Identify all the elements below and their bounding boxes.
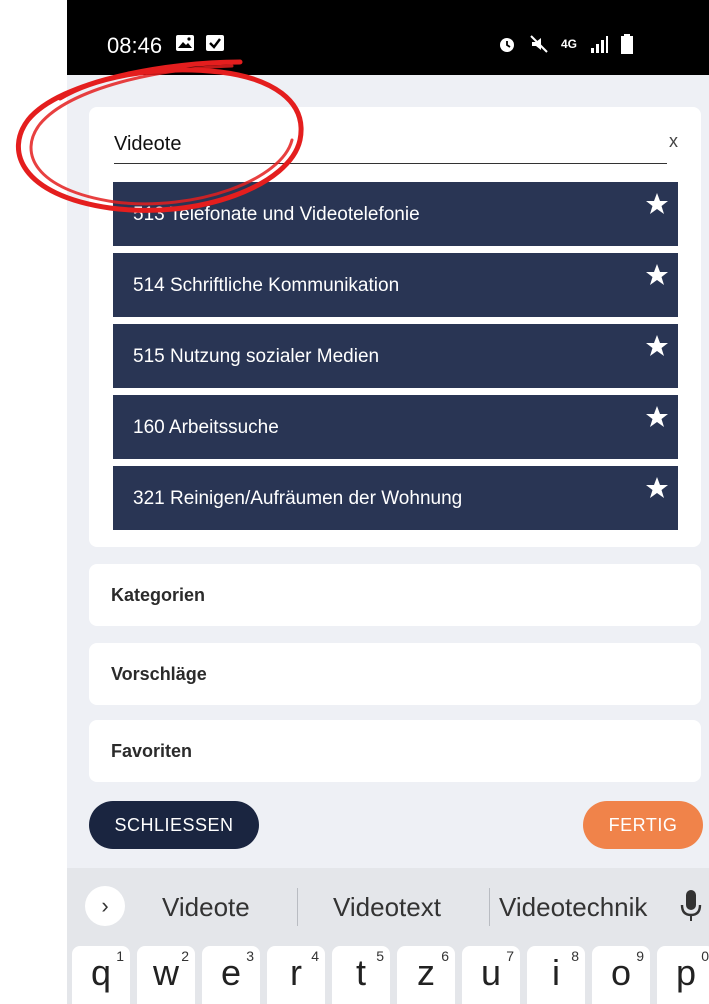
key-letter: o — [610, 952, 632, 993]
result-label: 160 Arbeitssuche — [133, 417, 279, 438]
microphone-icon[interactable] — [679, 888, 703, 924]
key-p[interactable]: 0 p — [657, 946, 709, 1004]
key-letter: r — [290, 952, 302, 993]
key-letter: e — [220, 952, 242, 993]
result-item[interactable]: 515 Nutzung sozialer Medien — [113, 324, 678, 388]
section-suggestions[interactable]: Vorschläge — [89, 643, 701, 705]
key-q[interactable]: 1 q — [72, 946, 130, 1004]
keyboard-suggestion[interactable]: Videotext — [333, 892, 441, 923]
section-favorites[interactable]: Favoriten — [89, 720, 701, 782]
search-card: x 513 Telefonate und Videotelefonie 514 … — [89, 107, 701, 547]
mute-icon — [530, 35, 548, 53]
result-item[interactable]: 160 Arbeitssuche — [113, 395, 678, 459]
keyboard-suggestion[interactable]: Videotechnik — [499, 892, 647, 923]
star-icon[interactable] — [645, 192, 669, 216]
battery-icon — [621, 34, 634, 54]
keyboard-expand-button[interactable]: › — [85, 886, 125, 926]
key-letter: w — [153, 952, 179, 993]
result-label: 513 Telefonate und Videotelefonie — [133, 204, 420, 225]
key-w[interactable]: 2 w — [137, 946, 195, 1004]
key-z[interactable]: 6 z — [397, 946, 455, 1004]
key-e[interactable]: 3 e — [202, 946, 260, 1004]
key-o[interactable]: 9 o — [592, 946, 650, 1004]
signal-icon — [591, 36, 609, 53]
status-left-icons — [175, 33, 225, 53]
status-bar: 08:46 4G — [67, 0, 709, 75]
suggestion-divider — [489, 888, 490, 926]
key-t[interactable]: 5 t — [332, 946, 390, 1004]
status-time: 08:46 — [107, 33, 163, 58]
keyboard: › Videote Videotext Videotechnik 1 q 2 w… — [67, 868, 709, 1004]
suggestion-divider — [297, 888, 298, 926]
star-icon[interactable] — [645, 476, 669, 500]
search-input[interactable] — [114, 129, 667, 164]
section-categories[interactable]: Kategorien — [89, 564, 701, 626]
search-results: 513 Telefonate und Videotelefonie 514 Sc… — [113, 182, 678, 537]
keyboard-suggestion-bar: › Videote Videotext Videotechnik — [67, 868, 709, 946]
result-label: 321 Reinigen/Aufräumen der Wohnung — [133, 488, 463, 509]
key-r[interactable]: 4 r — [267, 946, 325, 1004]
clear-search-button[interactable]: x — [669, 131, 678, 152]
result-item[interactable]: 513 Telefonate und Videotelefonie — [113, 182, 678, 246]
close-button[interactable]: SCHLIESSEN — [89, 801, 259, 849]
key-letter: p — [675, 952, 697, 993]
key-u[interactable]: 7 u — [462, 946, 520, 1004]
result-label: 514 Schriftliche Kommunikation — [133, 275, 400, 296]
checkbox-icon — [206, 35, 224, 51]
section-categories-label: Kategorien — [111, 585, 206, 605]
result-item[interactable]: 514 Schriftliche Kommunikation — [113, 253, 678, 317]
key-i[interactable]: 8 i — [527, 946, 585, 1004]
key-letter: z — [417, 952, 435, 993]
network-4g-icon: 4G — [561, 37, 578, 51]
star-icon[interactable] — [645, 334, 669, 358]
image-icon — [176, 35, 194, 51]
section-suggestions-label: Vorschläge — [111, 664, 207, 684]
alarm-icon — [500, 38, 514, 52]
result-item[interactable]: 321 Reinigen/Aufräumen der Wohnung — [113, 466, 678, 530]
keyboard-suggestion[interactable]: Videote — [162, 892, 250, 923]
key-letter: q — [90, 952, 112, 993]
status-right-icons: 4G — [497, 34, 634, 54]
key-letter: i — [552, 952, 560, 993]
key-letter: u — [480, 952, 502, 993]
done-button[interactable]: FERTIG — [583, 801, 703, 849]
result-label: 515 Nutzung sozialer Medien — [133, 346, 380, 367]
app-screen: 08:46 4G Videote x 513 Telefonate und Vi… — [67, 0, 709, 1004]
star-icon[interactable] — [645, 405, 669, 429]
key-letter: t — [355, 952, 366, 993]
star-icon[interactable] — [645, 263, 669, 287]
section-favorites-label: Favoriten — [111, 741, 193, 761]
